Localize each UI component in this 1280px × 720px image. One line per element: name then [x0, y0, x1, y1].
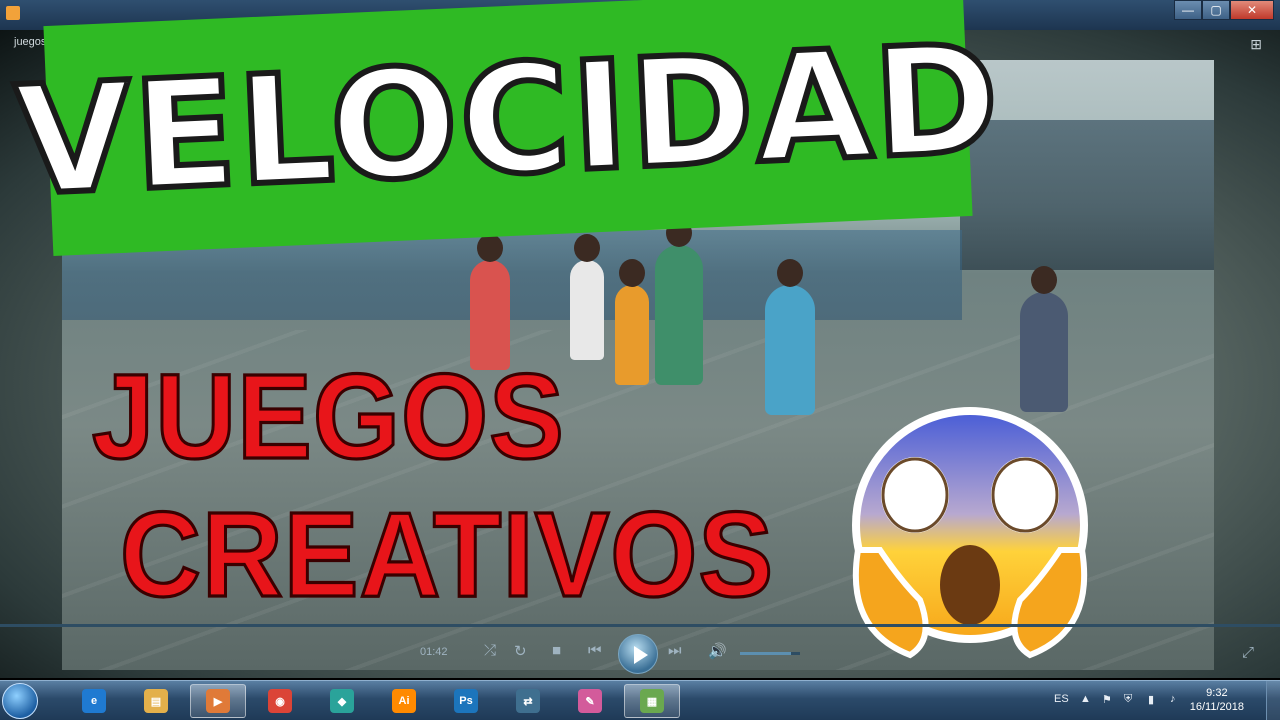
volume-slider[interactable]: [740, 652, 800, 655]
stop-icon[interactable]: ■: [552, 642, 561, 659]
video-converter-icon: ⇄: [516, 689, 540, 713]
network-icon[interactable]: ▮: [1148, 693, 1154, 706]
chrome-icon: ◉: [268, 689, 292, 713]
caption-juegos: JUEGOS: [91, 347, 566, 485]
seek-bar[interactable]: [0, 624, 1280, 627]
title-banner: VELOCIDAD: [9, 0, 1007, 256]
taskbar-app-video-converter[interactable]: ⇄: [500, 684, 556, 718]
child-runner: [570, 234, 604, 360]
taskbar-app-windows-tiles[interactable]: ▦: [624, 684, 680, 718]
action-center-icon[interactable]: ⚑: [1102, 693, 1112, 706]
show-desktop-button[interactable]: [1266, 681, 1280, 720]
app-icon: [6, 6, 20, 20]
child-runner: [765, 259, 815, 415]
next-icon[interactable]: ⏭: [668, 642, 682, 659]
player-controls: 01:42 ⤮ ↻ ■ ⏮ ⏭ 🔊 ⤢: [0, 632, 1280, 674]
filmora-icon: ◆: [330, 689, 354, 713]
previous-icon[interactable]: ⏮: [588, 642, 602, 659]
child-runner: [655, 219, 703, 385]
repeat-icon[interactable]: ↻: [514, 642, 527, 660]
taskbar-app-paint[interactable]: ✎: [562, 684, 618, 718]
taskbar-app-illustrator[interactable]: Ai: [376, 684, 432, 718]
child-runner: [1020, 266, 1068, 412]
maximize-button[interactable]: ▢: [1202, 0, 1230, 20]
media-player-icon: ▶: [206, 689, 230, 713]
play-button[interactable]: [618, 634, 658, 674]
illustrator-icon: Ai: [392, 689, 416, 713]
caption-creativos: CREATIVOS: [118, 485, 775, 623]
file-explorer-icon: ▤: [144, 689, 168, 713]
close-button[interactable]: ✕: [1230, 0, 1274, 20]
paint-icon: ✎: [578, 689, 602, 713]
show-hidden-icons-icon[interactable]: ▲: [1080, 693, 1091, 705]
child-runner: [615, 259, 649, 385]
clock-date: 16/11/2018: [1189, 701, 1244, 713]
taskbar-app-media-player[interactable]: ▶: [190, 684, 246, 718]
minimize-button[interactable]: —: [1174, 0, 1202, 20]
screen: — ▢ ✕ juegos de velocidad para niños edu…: [0, 0, 1280, 720]
window-controls: — ▢ ✕: [1174, 0, 1274, 20]
security-icon[interactable]: ⛨: [1124, 693, 1132, 706]
taskbar-app-filmora[interactable]: ◆: [314, 684, 370, 718]
title-banner-text: VELOCIDAD: [9, 10, 1007, 233]
taskbar-app-internet-explorer[interactable]: e: [66, 684, 122, 718]
windows-tiles-icon: ▦: [640, 689, 664, 713]
clock[interactable]: 9:32 16/11/2018: [1190, 686, 1244, 714]
screaming-face-icon: [852, 407, 1088, 659]
photoshop-icon: Ps: [454, 689, 478, 713]
clock-time: 9:32: [1206, 687, 1228, 699]
taskbar-app-chrome[interactable]: ◉: [252, 684, 308, 718]
taskbar-app-photoshop[interactable]: Ps: [438, 684, 494, 718]
volume-tray-icon[interactable]: ♪: [1170, 693, 1176, 705]
language-indicator[interactable]: ES: [1054, 693, 1069, 705]
internet-explorer-icon: e: [82, 689, 106, 713]
start-button[interactable]: [2, 683, 38, 719]
system-tray: ES ▲ ⚑ ⛨ ▮ ♪ 9:32 16/11/2018: [1050, 681, 1280, 720]
current-time: 01:42: [420, 646, 448, 658]
taskbar-app-file-explorer[interactable]: ▤: [128, 684, 184, 718]
volume-icon[interactable]: 🔊: [708, 642, 727, 660]
shuffle-icon[interactable]: ⤮: [484, 642, 496, 659]
layout-toggle-icon[interactable]: ⊞: [1250, 36, 1262, 53]
fullscreen-icon[interactable]: ⤢: [1242, 644, 1254, 661]
taskbar: e ▤ ▶ ◉ ◆ Ai Ps ⇄ ✎ ▦ ES ▲ ⚑ ⛨ ▮ ♪ 9:32 16/11/201…: [0, 680, 1280, 720]
